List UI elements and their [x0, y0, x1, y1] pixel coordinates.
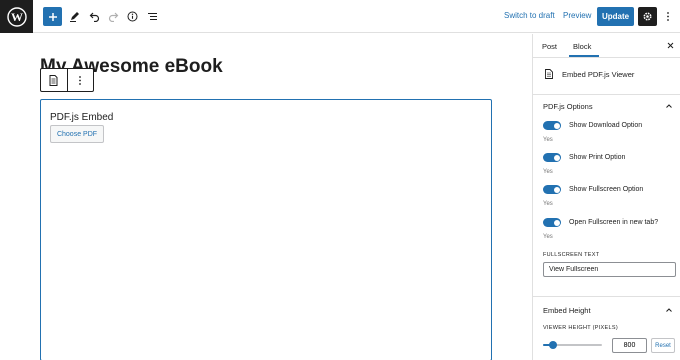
show-download-label: Show Download Option — [569, 122, 643, 129]
list-view-icon[interactable] — [143, 7, 162, 26]
block-toolbar — [40, 68, 94, 92]
edit-pencil-icon[interactable] — [65, 7, 84, 26]
show-download-toggle[interactable] — [543, 121, 561, 130]
switch-to-draft-link[interactable]: Switch to draft — [504, 11, 555, 20]
embed-block-title: PDF.js Embed — [50, 112, 114, 123]
block-name: Embed PDF.js Viewer — [562, 70, 635, 79]
add-block-plus-icon[interactable] — [43, 7, 62, 26]
settings-gear-icon[interactable] — [638, 7, 657, 26]
wordpress-logo-icon[interactable]: W — [0, 0, 33, 33]
editor-top-bar: W Switch to draft Preview Update — [0, 0, 680, 33]
show-print-value: Yes — [543, 169, 553, 175]
settings-sidebar: Post Block Embed PDF.js Viewer PDF.js Op… — [532, 34, 680, 360]
viewer-height-slider[interactable] — [543, 341, 602, 349]
more-options-kebab-icon[interactable] — [662, 7, 674, 26]
slider-thumb[interactable] — [549, 341, 557, 349]
show-print-label: Show Print Option — [569, 154, 626, 161]
block-document-icon — [545, 69, 553, 79]
redo-icon[interactable] — [104, 7, 123, 26]
panel-divider — [533, 296, 680, 297]
panel-title-pdfjs-options: PDF.js Options — [543, 102, 593, 111]
update-button[interactable]: Update — [597, 7, 634, 26]
undo-icon[interactable] — [85, 7, 104, 26]
viewer-height-input[interactable] — [612, 338, 647, 353]
fullscreen-text-input[interactable] — [543, 262, 676, 277]
open-fullscreen-new-tab-toggle[interactable] — [543, 218, 561, 227]
show-fullscreen-value: Yes — [543, 201, 553, 207]
pdf-embed-block[interactable]: PDF.js Embed Choose PDF — [40, 99, 492, 360]
svg-text:W: W — [11, 10, 23, 24]
viewer-height-label: VIEWER HEIGHT (PIXELS) — [543, 325, 618, 331]
show-print-toggle[interactable] — [543, 153, 561, 162]
close-sidebar-icon[interactable] — [665, 40, 675, 50]
embed-height-panel-toggle[interactable]: Embed Height — [533, 300, 680, 320]
sidebar-tabs: Post Block — [533, 34, 680, 58]
details-info-icon[interactable] — [123, 7, 142, 26]
chevron-up-icon — [666, 308, 672, 312]
reset-button[interactable]: Reset — [651, 338, 675, 353]
fullscreen-text-label: FULLSCREEN TEXT — [543, 252, 600, 258]
show-fullscreen-toggle[interactable] — [543, 185, 561, 194]
block-card: Embed PDF.js Viewer — [533, 59, 680, 95]
block-type-document-icon[interactable] — [41, 69, 67, 91]
open-fullscreen-new-tab-label: Open Fullscreen in new tab? — [569, 219, 659, 226]
open-fullscreen-new-tab-value: Yes — [543, 234, 553, 240]
chevron-up-icon — [666, 104, 672, 108]
preview-link[interactable]: Preview — [563, 11, 591, 20]
active-tab-indicator — [569, 55, 599, 57]
show-fullscreen-label: Show Fullscreen Option — [569, 186, 644, 193]
tab-post[interactable]: Post — [542, 42, 557, 51]
panel-title-embed-height: Embed Height — [543, 306, 591, 315]
pdfjs-options-panel-toggle[interactable]: PDF.js Options — [533, 96, 680, 116]
block-options-kebab-icon[interactable] — [68, 69, 94, 91]
choose-pdf-button[interactable]: Choose PDF — [50, 125, 104, 143]
tab-block[interactable]: Block — [573, 42, 591, 51]
show-download-value: Yes — [543, 137, 553, 143]
